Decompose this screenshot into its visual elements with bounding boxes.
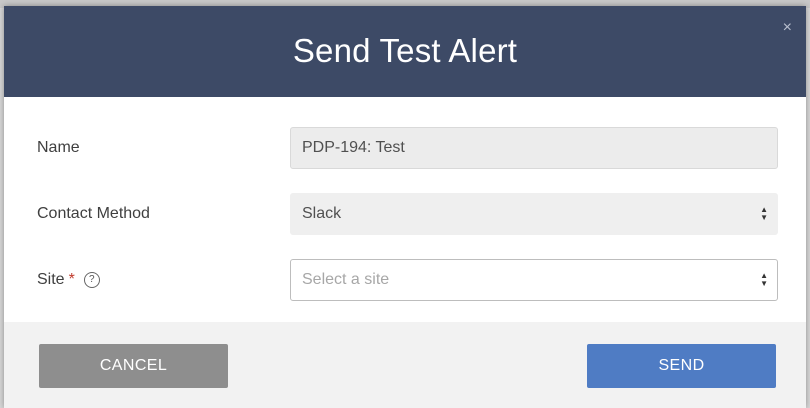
site-row: Site * ? Select a site ▲ ▼ [4,247,806,313]
sort-arrows-icon: ▲ ▼ [760,271,768,288]
name-value: PDP-194: Test [302,139,405,156]
modal-footer: CANCEL SEND [4,322,806,408]
site-placeholder: Select a site [302,271,390,288]
modal-title: Send Test Alert [292,31,518,69]
cancel-button[interactable]: CANCEL [39,344,228,388]
required-mark: * [68,271,75,288]
contact-method-value: Slack [302,205,342,222]
site-select[interactable]: Select a site ▲ ▼ [290,259,778,301]
send-button[interactable]: SEND [587,344,776,388]
help-circle-icon[interactable]: ? [83,272,100,288]
send-test-alert-dialog: Send Test Alert × Name PDP-194: Test Con… [4,6,806,408]
modal-header: Send Test Alert × [4,6,806,97]
contact-method-label: Contact Method [37,205,150,222]
close-icon[interactable]: × [783,20,792,36]
site-label-group: Site * ? [37,271,100,289]
name-row: Name PDP-194: Test [4,115,806,181]
modal-body: Name PDP-194: Test Contact Method Slack … [4,97,806,320]
site-label: Site [37,271,65,288]
name-field[interactable]: PDP-194: Test [290,127,778,169]
sort-arrows-icon: ▲ ▼ [760,205,768,222]
contact-method-row: Contact Method Slack ▲ ▼ [4,181,806,247]
name-label: Name [37,139,80,156]
contact-method-select[interactable]: Slack ▲ ▼ [290,193,778,235]
